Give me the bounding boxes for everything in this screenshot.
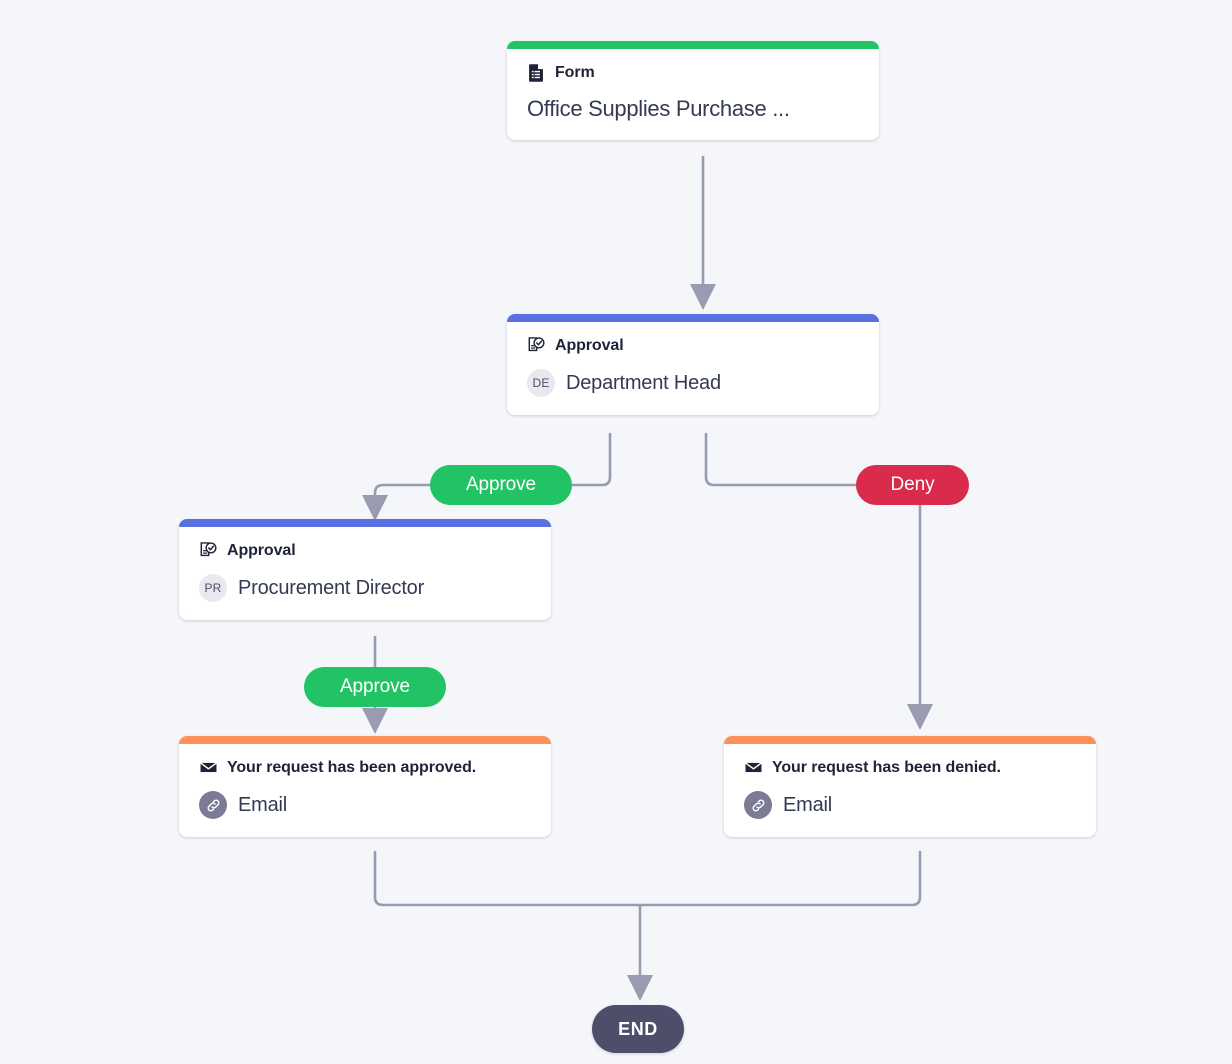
node-approval-department-head[interactable]: Approval DE Department Head <box>507 314 879 415</box>
node-email-approved-channel: Email <box>238 794 287 817</box>
workflow-canvas[interactable]: Form Office Supplies Purchase ... Approv… <box>0 0 1232 1064</box>
node-form-accent-bar <box>507 41 879 49</box>
node-email-approved[interactable]: Your request has been approved. Email <box>179 736 551 837</box>
edge-email-denied-to-merge <box>640 852 920 905</box>
node-approval-procurement-director[interactable]: Approval PR Procurement Director <box>179 519 551 620</box>
link-icon-badge-approved <box>199 791 227 819</box>
node-email-denied-channel: Email <box>783 794 832 817</box>
node-email-approved-subject: Your request has been approved. <box>227 758 476 777</box>
node-email-denied[interactable]: Your request has been denied. Email <box>724 736 1096 837</box>
link-icon <box>750 797 767 814</box>
node-approval-department-head-type-label: Approval <box>555 336 624 355</box>
edge-deny-branch-in <box>706 434 856 485</box>
node-approval-procurement-director-assignee: Procurement Director <box>238 577 424 600</box>
approval-check-icon <box>527 336 546 355</box>
edge-email-approved-to-merge <box>375 852 640 905</box>
node-approval-department-head-accent-bar <box>507 314 879 322</box>
node-end[interactable]: END <box>592 1005 684 1053</box>
node-form-title: Office Supplies Purchase ... <box>527 96 859 122</box>
link-icon <box>205 797 222 814</box>
edge-approve-branch-left-out <box>375 485 430 508</box>
node-form-type-label: Form <box>555 63 595 82</box>
node-approval-procurement-director-type-label: Approval <box>227 541 296 560</box>
edge-label-deny[interactable]: Deny <box>856 465 969 505</box>
edge-label-approve-1[interactable]: Approve <box>430 465 572 505</box>
node-form[interactable]: Form Office Supplies Purchase ... <box>507 41 879 140</box>
avatar-department-head: DE <box>527 369 555 397</box>
node-email-approved-accent-bar <box>179 736 551 744</box>
node-approval-procurement-director-accent-bar <box>179 519 551 527</box>
edge-label-approve-2[interactable]: Approve <box>304 667 446 707</box>
envelope-icon <box>199 758 218 777</box>
document-icon <box>527 63 546 82</box>
node-email-denied-subject: Your request has been denied. <box>772 758 1001 777</box>
node-approval-department-head-assignee: Department Head <box>566 372 721 395</box>
envelope-icon <box>744 758 763 777</box>
edge-approve-branch-left-in <box>572 434 610 485</box>
avatar-procurement-director: PR <box>199 574 227 602</box>
node-email-denied-accent-bar <box>724 736 1096 744</box>
link-icon-badge-denied <box>744 791 772 819</box>
approval-check-icon <box>199 541 218 560</box>
